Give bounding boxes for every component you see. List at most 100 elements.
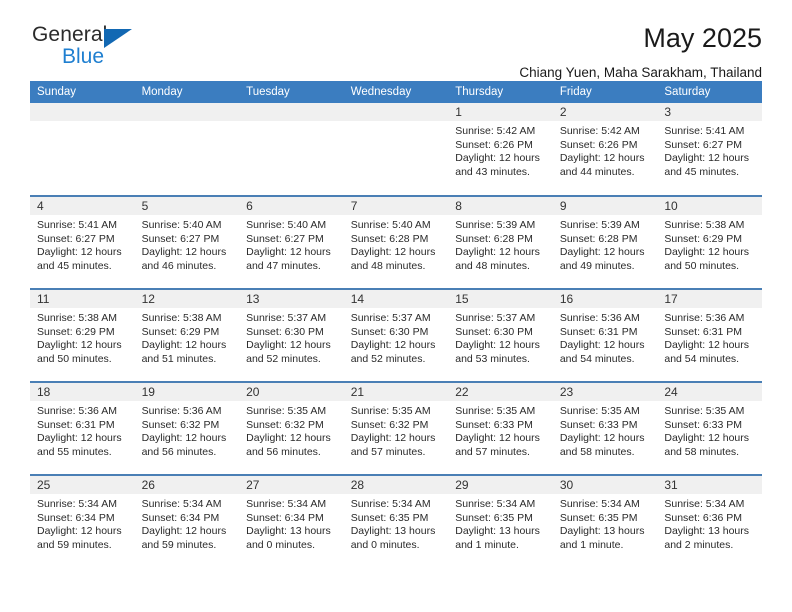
daylight-text-line1: Daylight: 12 hours	[350, 246, 436, 259]
calendar-day-cell[interactable]: 17 Sunrise: 5:36 AM Sunset: 6:31 PM Dayligh…	[657, 288, 762, 382]
day-details: Sunrise: 5:42 AM Sunset: 6:26 PM Daylight:…	[553, 121, 658, 179]
calendar-day-cell[interactable]: 26 Sunrise: 5:34 AM Sunset: 6:34 PM Dayligh…	[134, 474, 240, 568]
daylight-text-line1: Daylight: 12 hours	[664, 339, 750, 352]
day-details: Sunrise: 5:35 AM Sunset: 6:33 PM Daylight:…	[448, 401, 553, 459]
sunset-text: Sunset: 6:30 PM	[246, 325, 324, 338]
calendar-day-cell[interactable]: 10 Sunrise: 5:38 AM Sunset: 6:29 PM Dayligh…	[657, 195, 762, 289]
daylight-text-line2: and 46 minutes.	[141, 259, 217, 272]
calendar-day-cell[interactable]: 24 Sunrise: 5:35 AM Sunset: 6:33 PM Dayligh…	[657, 381, 762, 475]
day-number: 31	[657, 476, 762, 494]
calendar-day-cell[interactable]: 6 Sunrise: 5:40 AM Sunset: 6:27 PM Daylight…	[239, 195, 344, 289]
daylight-text-line2: and 48 minutes.	[350, 259, 426, 272]
daylight-text-line1: Daylight: 12 hours	[559, 246, 645, 259]
calendar-day-cell[interactable]: 18 Sunrise: 5:36 AM Sunset: 6:31 PM Dayligh…	[30, 381, 135, 475]
calendar-day-cell[interactable]: 30 Sunrise: 5:34 AM Sunset: 6:35 PM Dayligh…	[552, 474, 658, 568]
day-details: Sunrise: 5:37 AM Sunset: 6:30 PM Daylight:…	[239, 308, 344, 366]
daylight-text-line1: Daylight: 13 hours	[664, 525, 750, 538]
sunset-text: Sunset: 6:29 PM	[664, 232, 743, 245]
page-header: General Blue May 2025 Chiang Yuen, Maha …	[30, 0, 762, 79]
calendar-day-cell[interactable]: 9 Sunrise: 5:39 AM Sunset: 6:28 PM Daylight…	[552, 195, 658, 289]
day-details: Sunrise: 5:40 AM Sunset: 6:27 PM Daylight:…	[239, 215, 344, 273]
daylight-text-line1: Daylight: 12 hours	[246, 246, 331, 259]
daylight-text-line1: Daylight: 12 hours	[559, 339, 645, 352]
day-details: Sunrise: 5:40 AM Sunset: 6:28 PM Daylight:…	[344, 215, 449, 273]
calendar-day-cell[interactable]: 20 Sunrise: 5:35 AM Sunset: 6:32 PM Dayligh…	[239, 381, 344, 475]
day-number: 8	[448, 197, 553, 215]
calendar-day-cell[interactable]: 14 Sunrise: 5:37 AM Sunset: 6:30 PM Dayligh…	[343, 288, 449, 382]
calendar-day-cell[interactable]: 12 Sunrise: 5:38 AM Sunset: 6:29 PM Dayligh…	[134, 288, 240, 382]
general-blue-logo[interactable]: General Blue	[30, 24, 150, 72]
day-details: Sunrise: 5:36 AM Sunset: 6:31 PM Daylight:…	[553, 308, 658, 366]
day-number: 24	[657, 383, 762, 401]
sunset-text: Sunset: 6:33 PM	[455, 418, 533, 431]
sunrise-text: Sunrise: 5:42 AM	[559, 125, 640, 137]
daylight-text-line2: and 52 minutes.	[246, 352, 321, 365]
daylight-text-line1: Daylight: 12 hours	[455, 152, 540, 165]
day-details: Sunrise: 5:36 AM Sunset: 6:31 PM Daylight:…	[30, 401, 135, 459]
weekday-header-wednesday: Wednesday	[343, 81, 449, 103]
calendar-day-cell[interactable]: 21 Sunrise: 5:35 AM Sunset: 6:32 PM Dayligh…	[343, 381, 449, 475]
day-details: Sunrise: 5:35 AM Sunset: 6:33 PM Daylight:…	[553, 401, 658, 459]
daylight-text-line1: Daylight: 12 hours	[141, 246, 227, 259]
calendar-day-cell[interactable]: 22 Sunrise: 5:35 AM Sunset: 6:33 PM Dayligh…	[448, 381, 553, 475]
weekday-header-thursday: Thursday	[448, 81, 553, 103]
sunset-text: Sunset: 6:35 PM	[559, 511, 638, 524]
day-details: Sunrise: 5:42 AM Sunset: 6:26 PM Daylight:…	[448, 121, 553, 179]
day-number: 20	[239, 383, 344, 401]
calendar-day-cell[interactable]: 27 Sunrise: 5:34 AM Sunset: 6:34 PM Dayligh…	[239, 474, 344, 568]
daylight-text-line2: and 45 minutes.	[664, 165, 740, 178]
daylight-text-line2: and 53 minutes.	[455, 352, 530, 365]
daylight-text-line1: Daylight: 12 hours	[246, 339, 331, 352]
day-number: 21	[343, 383, 449, 401]
calendar-day-cell[interactable]: 4 Sunrise: 5:41 AM Sunset: 6:27 PM Daylight…	[30, 195, 135, 289]
logo-text-blue: Blue	[62, 45, 105, 68]
daylight-text-line2: and 43 minutes.	[455, 165, 530, 178]
sunset-text: Sunset: 6:32 PM	[246, 418, 324, 431]
daylight-text-line2: and 54 minutes.	[559, 352, 635, 365]
day-details: Sunrise: 5:34 AM Sunset: 6:34 PM Daylight:…	[239, 494, 344, 552]
calendar-day-cell[interactable]: 13 Sunrise: 5:37 AM Sunset: 6:30 PM Dayligh…	[239, 288, 344, 382]
sunrise-text: Sunrise: 5:36 AM	[559, 312, 640, 324]
calendar-day-cell[interactable]: 11 Sunrise: 5:38 AM Sunset: 6:29 PM Dayligh…	[30, 288, 135, 382]
sunset-text: Sunset: 6:30 PM	[350, 325, 429, 338]
calendar-day-cell[interactable]: 1 Sunrise: 5:42 AM Sunset: 6:26 PM Daylight…	[448, 103, 553, 196]
calendar-day-cell[interactable]: 15 Sunrise: 5:37 AM Sunset: 6:30 PM Dayligh…	[448, 288, 553, 382]
calendar-day-cell[interactable]: 2 Sunrise: 5:42 AM Sunset: 6:26 PM Daylight…	[552, 103, 658, 196]
weekday-header-saturday: Saturday	[657, 81, 762, 103]
calendar-day-cell[interactable]: 16 Sunrise: 5:36 AM Sunset: 6:31 PM Dayligh…	[552, 288, 658, 382]
calendar-day-cell[interactable]: 7 Sunrise: 5:40 AM Sunset: 6:28 PM Daylight…	[343, 195, 449, 289]
day-details: Sunrise: 5:38 AM Sunset: 6:29 PM Daylight:…	[30, 308, 135, 366]
calendar-day-cell[interactable]: 23 Sunrise: 5:35 AM Sunset: 6:33 PM Dayligh…	[552, 381, 658, 475]
day-number: 23	[552, 383, 658, 401]
daylight-text-line1: Daylight: 13 hours	[246, 525, 331, 538]
calendar-day-cell[interactable]: 28 Sunrise: 5:34 AM Sunset: 6:35 PM Dayligh…	[343, 474, 449, 568]
day-details: Sunrise: 5:34 AM Sunset: 6:35 PM Daylight:…	[344, 494, 449, 552]
calendar-day-cell[interactable]: 29 Sunrise: 5:34 AM Sunset: 6:35 PM Dayligh…	[448, 474, 553, 568]
calendar-day-cell[interactable]: 31 Sunrise: 5:34 AM Sunset: 6:36 PM Dayligh…	[657, 474, 762, 568]
sunset-text: Sunset: 6:27 PM	[664, 138, 743, 151]
day-details: Sunrise: 5:35 AM Sunset: 6:33 PM Daylight:…	[657, 401, 762, 459]
day-details: Sunrise: 5:37 AM Sunset: 6:30 PM Daylight:…	[448, 308, 553, 366]
sunrise-text: Sunrise: 5:40 AM	[350, 219, 431, 231]
sunset-text: Sunset: 6:27 PM	[37, 232, 115, 245]
daylight-text-line1: Daylight: 12 hours	[664, 246, 750, 259]
calendar-day-cell[interactable]: 19 Sunrise: 5:36 AM Sunset: 6:32 PM Dayligh…	[134, 381, 240, 475]
sunset-text: Sunset: 6:34 PM	[141, 511, 220, 524]
sunset-text: Sunset: 6:35 PM	[455, 511, 533, 524]
daylight-text-line1: Daylight: 12 hours	[37, 246, 122, 259]
sunrise-text: Sunrise: 5:41 AM	[37, 219, 117, 231]
sunset-text: Sunset: 6:32 PM	[350, 418, 429, 431]
sunset-text: Sunset: 6:26 PM	[559, 138, 638, 151]
calendar-day-cell[interactable]: 8 Sunrise: 5:39 AM Sunset: 6:28 PM Daylight…	[448, 195, 553, 289]
day-number: 30	[552, 476, 658, 494]
daylight-text-line1: Daylight: 12 hours	[141, 525, 227, 538]
daylight-text-line1: Daylight: 12 hours	[455, 246, 540, 259]
sunset-text: Sunset: 6:28 PM	[455, 232, 533, 245]
daylight-text-line2: and 48 minutes.	[455, 259, 530, 272]
sunrise-text: Sunrise: 5:38 AM	[37, 312, 117, 324]
calendar-day-cell[interactable]: 5 Sunrise: 5:40 AM Sunset: 6:27 PM Daylight…	[134, 195, 240, 289]
calendar-day-cell[interactable]: 3 Sunrise: 5:41 AM Sunset: 6:27 PM Daylight…	[657, 103, 762, 196]
sunset-text: Sunset: 6:31 PM	[37, 418, 115, 431]
day-number: 16	[552, 290, 658, 308]
calendar-day-cell[interactable]: 25 Sunrise: 5:34 AM Sunset: 6:34 PM Dayligh…	[30, 474, 135, 568]
